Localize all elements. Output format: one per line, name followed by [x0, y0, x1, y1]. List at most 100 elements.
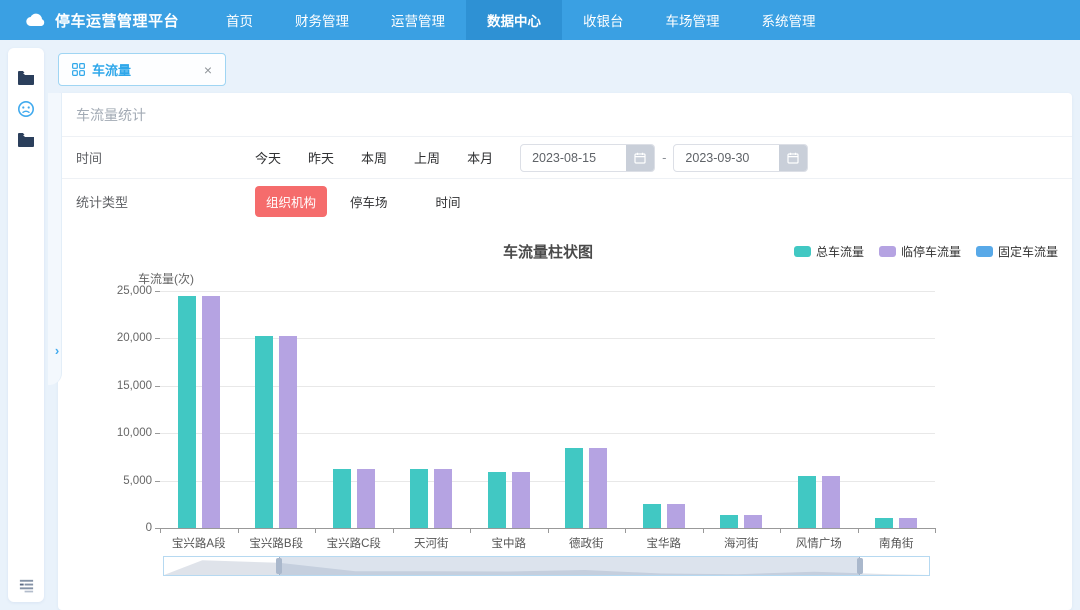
stat-type-options: 组织机构 停车场 时间	[255, 186, 486, 217]
date-from-box	[520, 144, 655, 172]
calendar-icon	[787, 152, 799, 164]
bar-总车流量-宝兴路A段[interactable]	[178, 296, 196, 528]
nav-item-home[interactable]: 首页	[205, 0, 274, 40]
x-axis-tick	[238, 528, 239, 533]
cloud-logo-icon	[26, 13, 46, 27]
icon-rail	[8, 48, 44, 602]
main-nav: 首页 财务管理 运营管理 数据中心 收银台 车场管理 系统管理	[205, 0, 837, 40]
data-zoom-handle-left[interactable]	[276, 558, 282, 574]
legend-swatch-fixed	[976, 246, 993, 257]
folder-open-icon[interactable]	[17, 131, 35, 149]
data-zoom-window[interactable]	[279, 557, 860, 575]
calendar-icon	[634, 152, 646, 164]
bar-总车流量-宝中路[interactable]	[488, 472, 506, 528]
category-label: 天河街	[393, 535, 471, 551]
nav-item-parking-lot[interactable]: 车场管理	[645, 0, 741, 40]
date-to-input[interactable]	[674, 145, 779, 171]
gridline	[160, 291, 935, 292]
data-zoom-handle-right[interactable]	[857, 558, 863, 574]
gridline	[160, 338, 935, 339]
folder-icon[interactable]	[17, 69, 35, 87]
traffic-stats-panel: 车流量统计 时间 今天 昨天 本周 上周 本月	[58, 93, 1072, 610]
bar-临停车流量-天河街[interactable]	[434, 469, 452, 528]
bar-临停车流量-宝兴路B段[interactable]	[279, 336, 297, 528]
stat-type-label: 统计类型	[76, 192, 255, 211]
chart-legend: 总车流量 临停车流量 固定车流量	[794, 243, 1058, 260]
category-label: 南角街	[858, 535, 936, 551]
quick-date-options: 今天 昨天 本周 上周 本月	[255, 148, 493, 167]
bar-临停车流量-南角街[interactable]	[899, 518, 917, 528]
nav-item-system[interactable]: 系统管理	[741, 0, 837, 40]
bar-临停车流量-风情广场[interactable]	[822, 476, 840, 528]
y-axis-tick	[155, 291, 160, 292]
x-axis-tick	[858, 528, 859, 533]
bar-总车流量-海河街[interactable]	[720, 515, 738, 528]
date-to-calendar-button[interactable]	[779, 145, 807, 171]
y-tick-label: 5,000	[100, 475, 152, 487]
traffic-bar-chart: 车流量柱状图 总车流量 临停车流量 固定车流量 车流量(次) 05,00010,…	[58, 214, 1072, 610]
quick-option-yesterday[interactable]: 昨天	[308, 148, 334, 167]
y-tick-label: 0	[100, 522, 152, 534]
date-to-box	[673, 144, 808, 172]
bar-总车流量-宝华路[interactable]	[643, 504, 661, 528]
top-bar: 停车运营管理平台 首页 财务管理 运营管理 数据中心 收银台 车场管理 系统管理	[0, 0, 1080, 40]
type-option-organization[interactable]: 组织机构	[255, 186, 327, 217]
time-filter-row: 时间 今天 昨天 本周 上周 本月 -	[58, 137, 1072, 179]
face-icon[interactable]	[17, 100, 35, 118]
grid-icon	[72, 63, 85, 76]
tab-traffic-flow[interactable]: 车流量 ×	[58, 53, 226, 86]
x-axis-tick	[160, 528, 161, 533]
bar-临停车流量-德政街[interactable]	[589, 448, 607, 528]
gridline	[160, 433, 935, 434]
bar-临停车流量-宝兴路C段[interactable]	[357, 469, 375, 528]
bar-总车流量-风情广场[interactable]	[798, 476, 816, 528]
x-axis-tick	[780, 528, 781, 533]
legend-item-temporary[interactable]: 临停车流量	[879, 243, 961, 260]
bar-总车流量-宝兴路B段[interactable]	[255, 336, 273, 528]
tab-close-icon[interactable]: ×	[201, 61, 215, 79]
type-option-time[interactable]: 时间	[436, 186, 461, 217]
date-from-calendar-button[interactable]	[626, 145, 654, 171]
quick-option-today[interactable]: 今天	[255, 148, 281, 167]
y-tick-label: 25,000	[100, 285, 152, 297]
x-axis-tick	[315, 528, 316, 533]
quick-option-this-week[interactable]: 本周	[361, 148, 387, 167]
category-label: 宝中路	[470, 535, 548, 551]
nav-item-data-center[interactable]: 数据中心	[466, 0, 562, 40]
menu-unfold-icon[interactable]	[18, 577, 35, 594]
category-label: 宝兴路C段	[315, 535, 393, 551]
bar-总车流量-南角街[interactable]	[875, 518, 893, 528]
x-axis-tick	[548, 528, 549, 533]
quick-option-last-week[interactable]: 上周	[414, 148, 440, 167]
app-title: 停车运营管理平台	[55, 10, 179, 31]
gridline	[160, 481, 935, 482]
bar-总车流量-德政街[interactable]	[565, 448, 583, 528]
bar-总车流量-宝兴路C段[interactable]	[333, 469, 351, 528]
y-tick-label: 15,000	[100, 380, 152, 392]
type-option-parking-lot[interactable]: 停车场	[350, 186, 388, 217]
bar-临停车流量-海河街[interactable]	[744, 515, 762, 528]
nav-item-operations[interactable]: 运营管理	[370, 0, 466, 40]
category-label: 海河街	[703, 535, 781, 551]
date-from-input[interactable]	[521, 145, 626, 171]
bar-临停车流量-宝中路[interactable]	[512, 472, 530, 528]
bar-临停车流量-宝兴路A段[interactable]	[202, 296, 220, 528]
date-range-picker: -	[520, 144, 808, 172]
y-axis-tick	[155, 433, 160, 434]
panel-heading: 车流量统计	[58, 93, 1072, 137]
expand-panel-chevron-icon[interactable]: ›	[50, 340, 64, 362]
quick-option-this-month[interactable]: 本月	[467, 148, 493, 167]
y-tick-label: 10,000	[100, 427, 152, 439]
legend-item-fixed[interactable]: 固定车流量	[976, 243, 1058, 260]
nav-item-finance[interactable]: 财务管理	[274, 0, 370, 40]
category-label: 德政街	[548, 535, 626, 551]
bar-总车流量-天河街[interactable]	[410, 469, 428, 528]
bar-临停车流量-宝华路[interactable]	[667, 504, 685, 528]
legend-item-total[interactable]: 总车流量	[794, 243, 864, 260]
legend-swatch-total	[794, 246, 811, 257]
data-zoom-slider[interactable]	[163, 556, 930, 576]
category-label: 宝兴路A段	[160, 535, 238, 551]
nav-item-cashier[interactable]: 收银台	[562, 0, 645, 40]
y-tick-label: 20,000	[100, 332, 152, 344]
category-label: 宝华路	[625, 535, 703, 551]
